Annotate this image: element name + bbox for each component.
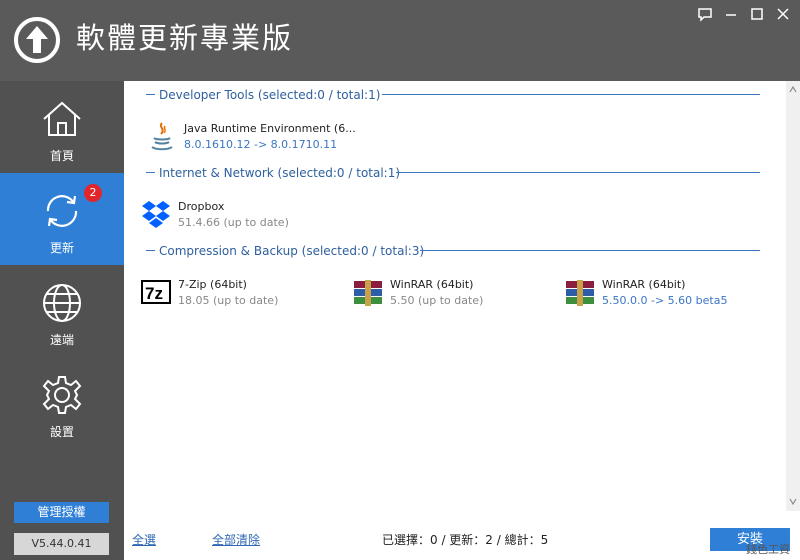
sidebar-item-home[interactable]: 首頁 (0, 81, 124, 173)
gear-icon (40, 373, 84, 417)
select-all-link[interactable]: 全選 (132, 531, 156, 548)
svg-text:7z: 7z (145, 284, 163, 303)
update-list: Developer Tools (selected:0 / total:1) J… (124, 81, 786, 511)
sidebar-item-label: 更新 (49, 241, 74, 255)
clear-all-link[interactable]: 全部清除 (212, 531, 260, 548)
scrollbar[interactable] (786, 81, 800, 511)
app-name: WinRAR (64bit) (390, 278, 474, 291)
sidebar-item-label: 首頁 (49, 149, 74, 163)
selection-status: 已選擇：0 / 更新：2 / 總計：5 (382, 533, 549, 547)
sidebar-item-settings[interactable]: 設置 (0, 357, 124, 449)
app-name: WinRAR (64bit) (602, 278, 686, 291)
app-logo-icon (14, 17, 60, 63)
winrar-icon (352, 277, 384, 309)
section-title: Compression & Backup (selected:0 / total… (159, 243, 431, 259)
manage-license-button[interactable]: 管理授權 (14, 502, 109, 523)
java-icon (146, 121, 178, 153)
maximize-button[interactable] (746, 4, 768, 24)
section-header: Internet & Network (selected:0 / total:1… (146, 165, 760, 181)
sidebar-item-remote[interactable]: 遠端 (0, 265, 124, 357)
7zip-icon: 7z (140, 277, 172, 309)
update-count-badge: 2 (84, 184, 102, 202)
app-version: 5.50.0.0 -> 5.60 beta5 (602, 294, 728, 307)
watermark: 錢色工資 (746, 543, 790, 556)
section-title: Developer Tools (selected:0 / total:1) (159, 87, 387, 103)
app-item-winrar[interactable]: WinRAR (64bit) 5.50 (up to date) (352, 277, 552, 313)
section-header: Compression & Backup (selected:0 / total… (146, 243, 760, 259)
app-name: Dropbox (178, 200, 225, 213)
section-title: Internet & Network (selected:0 / total:1… (159, 165, 407, 181)
sidebar-item-update[interactable]: 2 更新 (0, 173, 124, 265)
section-header: Developer Tools (selected:0 / total:1) (146, 87, 760, 103)
version-label: V5.44.0.41 (14, 533, 109, 555)
sidebar-item-label: 設置 (49, 425, 74, 439)
app-version: 18.05 (up to date) (178, 294, 279, 307)
footer-bar: 全選 全部清除 已選擇：0 / 更新：2 / 總計：5 安裝 (124, 511, 800, 560)
app-version: 5.50 (up to date) (390, 294, 484, 307)
home-icon (40, 97, 84, 141)
feedback-icon[interactable] (694, 4, 716, 24)
app-item-winrar[interactable]: WinRAR (64bit) 5.50.0.0 -> 5.60 beta5 (564, 277, 774, 313)
winrar-icon (564, 277, 596, 309)
dropbox-icon (140, 199, 172, 231)
app-version: 8.0.1610.12 -> 8.0.1710.11 (184, 138, 338, 151)
close-button[interactable] (772, 4, 794, 24)
app-name: 7-Zip (64bit) (178, 278, 247, 291)
sidebar-item-label: 遠端 (49, 333, 74, 347)
app-item-7zip[interactable]: 7z 7-Zip (64bit) 18.05 (up to date) (140, 277, 340, 313)
globe-icon (40, 281, 84, 325)
app-version: 51.4.66 (up to date) (178, 216, 289, 229)
app-item-dropbox[interactable]: Dropbox 51.4.66 (up to date) (140, 199, 360, 235)
app-title: 軟體更新專業版 (76, 21, 294, 55)
minimize-button[interactable] (720, 4, 742, 24)
sidebar: 首頁 2 更新 遠端 設置 管理授權 V5.44.0.41 (0, 81, 124, 560)
app-item-java[interactable]: Java Runtime Environment (6... 8.0.1610.… (146, 121, 366, 157)
app-name: Java Runtime Environment (6... (184, 122, 356, 135)
refresh-icon (40, 189, 84, 233)
title-bar: 軟體更新專業版 (0, 0, 800, 81)
